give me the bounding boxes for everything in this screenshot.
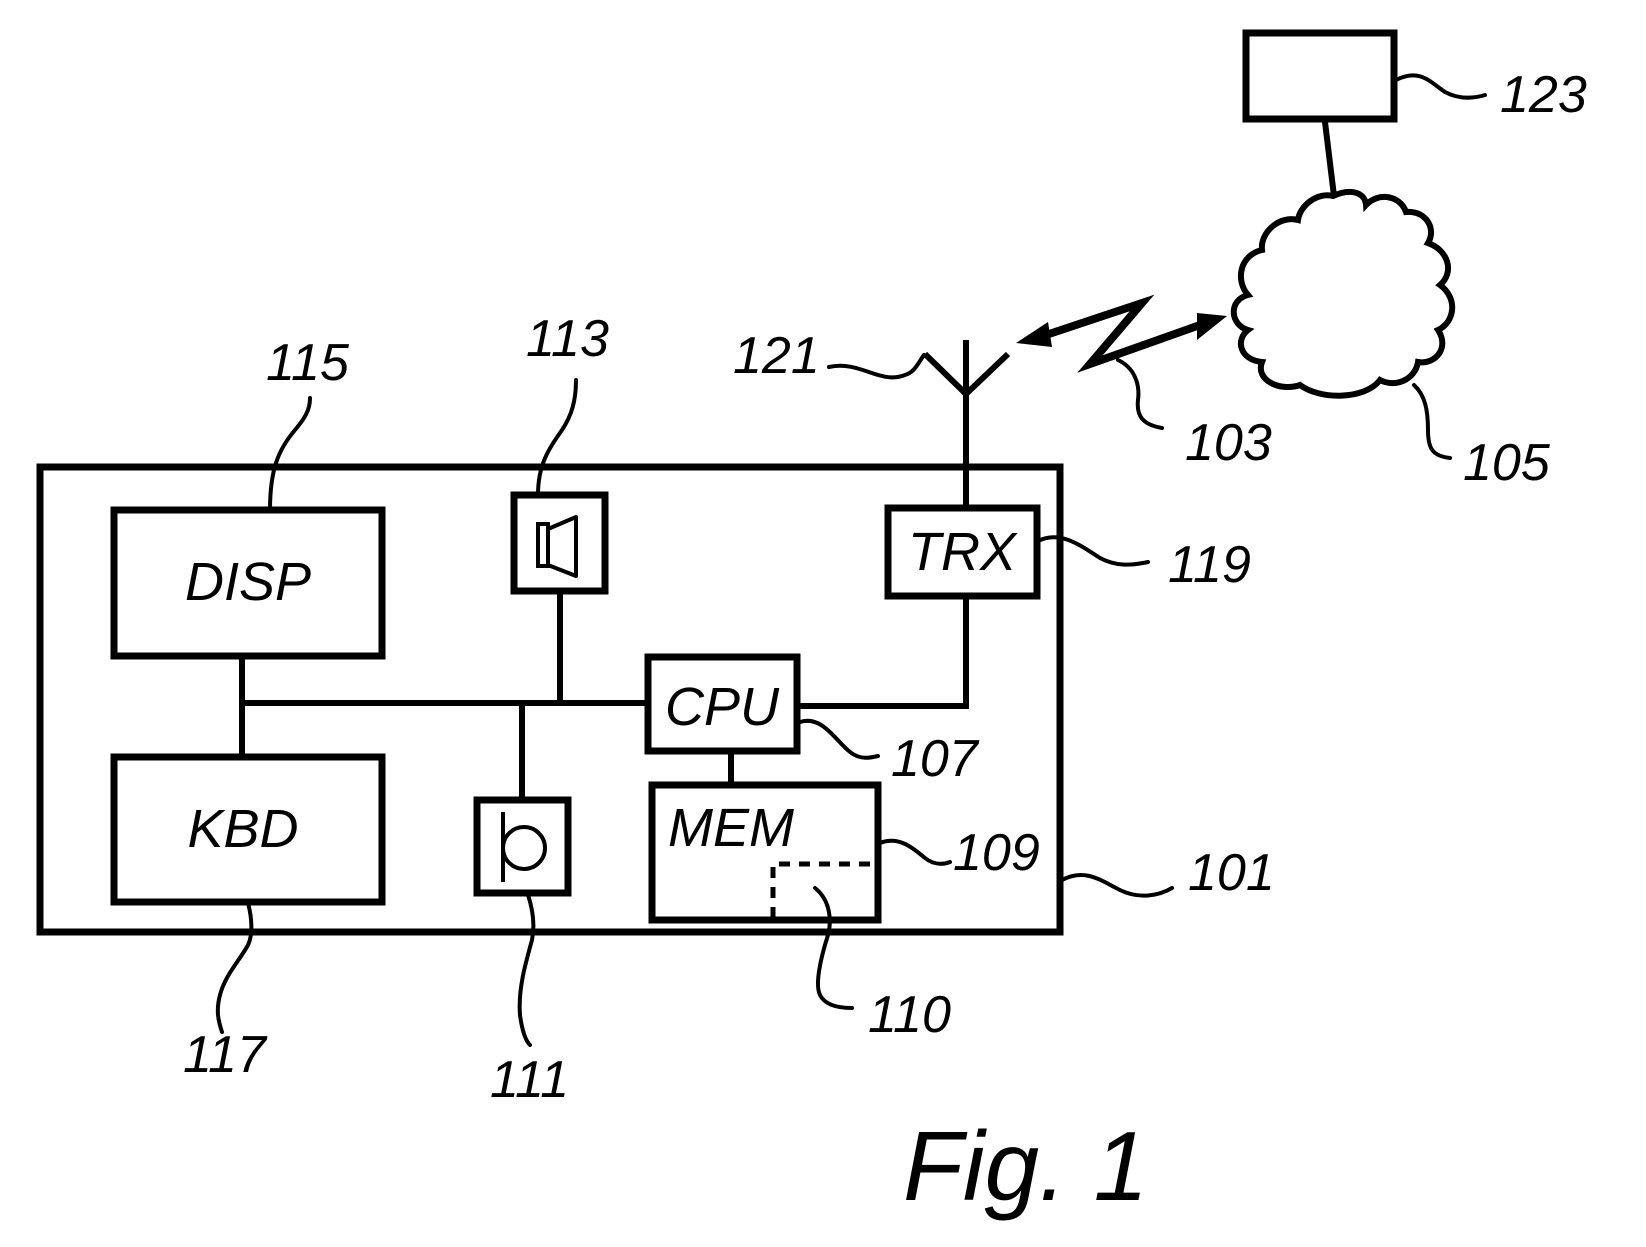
ref-117: 117 xyxy=(183,1026,268,1084)
leader-101 xyxy=(1060,873,1174,898)
speaker-icon xyxy=(536,515,578,578)
figure-caption: Fig. 1 xyxy=(903,1111,1148,1221)
ref-103: 103 xyxy=(1185,414,1272,472)
leader-105 xyxy=(1412,383,1452,460)
lightning-arrow-icon xyxy=(1016,294,1227,373)
ref-111: 111 xyxy=(490,1051,569,1109)
server-network-wire xyxy=(1322,121,1337,197)
keyboard-block: KBD xyxy=(110,753,386,906)
speaker-block xyxy=(510,491,609,595)
cloud-icon xyxy=(1230,188,1456,399)
server-box xyxy=(1242,29,1398,123)
ref-115: 115 xyxy=(266,334,350,392)
leader-103 xyxy=(1116,358,1164,430)
ref-107: 107 xyxy=(891,730,980,788)
ref-110: 110 xyxy=(868,986,951,1044)
ref-109: 109 xyxy=(953,824,1040,882)
ref-101: 101 xyxy=(1188,844,1275,902)
ref-121: 121 xyxy=(733,327,820,385)
leader-123 xyxy=(1394,73,1487,100)
memory-label: MEM xyxy=(668,798,794,858)
microphone-box xyxy=(473,796,572,897)
microphone-block xyxy=(473,796,572,897)
ref-105: 105 xyxy=(1463,434,1551,492)
cpu-label: CPU xyxy=(665,677,780,737)
ref-119: 119 xyxy=(1168,536,1251,594)
leader-121 xyxy=(827,353,926,380)
ref-113: 113 xyxy=(526,310,609,368)
block-diagram: DISP KBD CPU MEM TRX 115 113 121 103 105… xyxy=(36,29,1587,1221)
display-label: DISP xyxy=(185,552,311,612)
server-block xyxy=(1242,29,1398,197)
memory-block: MEM xyxy=(648,781,882,924)
cpu-block: CPU xyxy=(644,653,801,755)
display-block: DISP xyxy=(110,506,386,660)
transceiver-block: TRX xyxy=(884,504,1041,600)
keyboard-label: KBD xyxy=(187,799,298,859)
transceiver-label: TRX xyxy=(908,522,1018,582)
ref-123: 123 xyxy=(1500,66,1587,124)
